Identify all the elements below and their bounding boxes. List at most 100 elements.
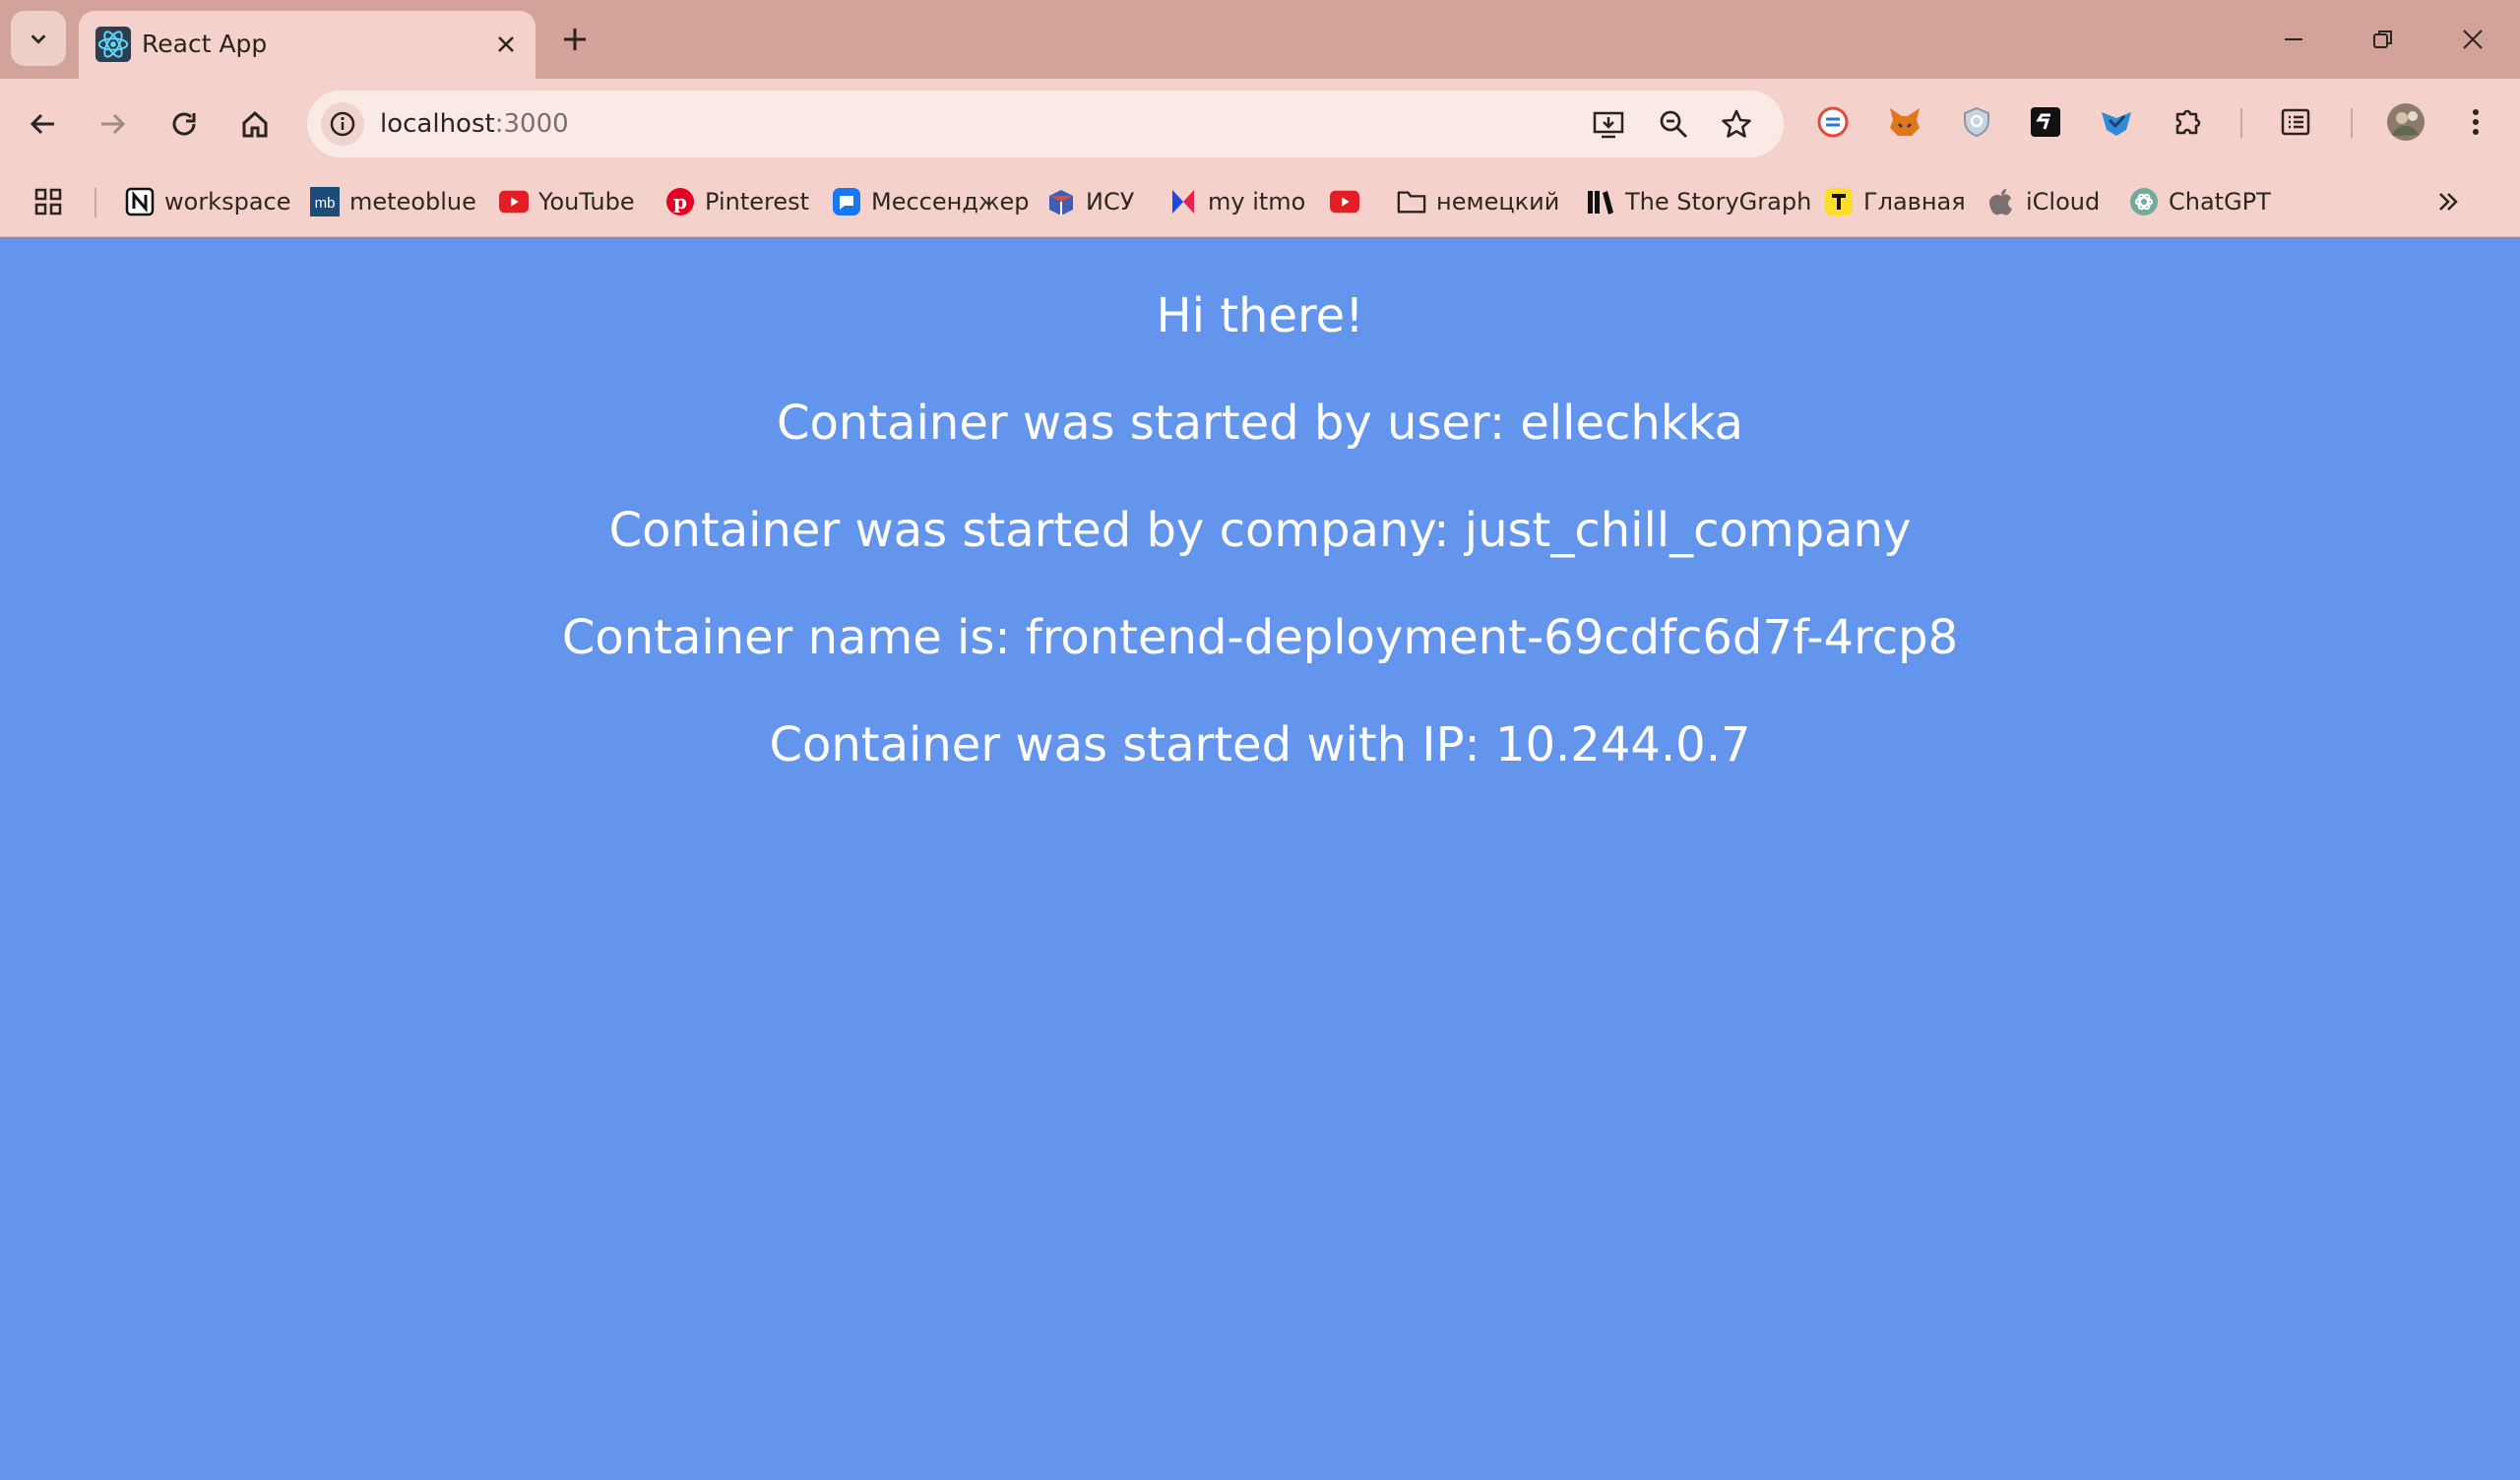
bookmark-messenger[interactable]: Мессенджер <box>832 182 1030 221</box>
toolbar-separator <box>2240 108 2242 138</box>
more-bookmarks-button[interactable] <box>2433 182 2463 221</box>
pinterest-icon: p <box>665 187 695 216</box>
chatgpt-icon <box>2129 187 2159 216</box>
avatar-icon <box>2387 103 2425 141</box>
reload-button[interactable] <box>155 94 214 154</box>
chevron-down-icon <box>31 34 46 44</box>
shield-extension-button[interactable] <box>1957 102 1996 142</box>
isu-icon <box>1046 187 1076 216</box>
bookmark-label: немецкий <box>1436 188 1560 216</box>
bookmark-chatgpt[interactable]: ChatGPT <box>2129 182 2271 221</box>
arrow-left-icon <box>30 113 54 135</box>
bookmark-label: workspace <box>164 188 291 216</box>
metamask-extension-button[interactable] <box>1885 102 1924 142</box>
side-panel-button[interactable] <box>2276 102 2315 142</box>
user-line: Container was started by user: ellechkka <box>777 396 1743 451</box>
page-content: Hi there! Container was started by user:… <box>0 237 2520 1480</box>
bookmark-folder-nemetsky[interactable]: немецкий <box>1397 182 1559 221</box>
apple-icon <box>1986 187 2016 216</box>
tab-react-app[interactable]: React App <box>79 11 536 79</box>
profile-avatar-button[interactable] <box>2386 102 2426 142</box>
bookmark-label: YouTube <box>538 188 635 216</box>
bookmark-youtube-2[interactable] <box>1330 182 1369 221</box>
bookmark-label: Мессенджер <box>871 188 1030 216</box>
install-icon <box>1593 111 1624 139</box>
restore-button[interactable] <box>2354 16 2413 63</box>
reading-list-icon <box>2281 108 2310 136</box>
bookmark-glavnaya[interactable]: Главная <box>1824 182 1966 221</box>
new-tab-button[interactable] <box>555 20 595 59</box>
translate-icon <box>1817 106 1849 138</box>
svg-text:mb: mb <box>315 195 336 212</box>
bookmark-workspace[interactable]: workspace <box>125 182 290 221</box>
toolbar-separator <box>2351 108 2353 138</box>
address-bar[interactable]: localhost:3000 <box>307 91 1784 157</box>
info-icon <box>330 111 355 137</box>
puzzle-icon <box>2175 109 2201 135</box>
bookmark-label: ИСУ <box>1086 188 1135 216</box>
bookmark-youtube[interactable]: YouTube <box>499 182 635 221</box>
home-icon <box>242 110 268 138</box>
minimize-icon <box>2285 38 2302 40</box>
zoom-out-icon <box>1660 110 1687 138</box>
close-icon <box>2463 30 2483 49</box>
s-logo-icon <box>2031 107 2060 137</box>
messenger-icon <box>832 187 861 216</box>
plus-icon <box>564 29 586 50</box>
bookmark-label: Pinterest <box>705 188 810 216</box>
bookmark-meteoblue[interactable]: mb meteoblue <box>310 182 476 221</box>
home-button[interactable] <box>225 94 284 154</box>
greeting-text: Hi there! <box>1156 288 1364 343</box>
bookmarks-separator <box>94 188 96 217</box>
notion-icon <box>125 187 155 216</box>
bookmark-label: my itmo <box>1208 188 1306 216</box>
bookmark-my-itmo[interactable]: my itmo <box>1168 182 1305 221</box>
container-name-line: Container name is: frontend-deployment-6… <box>561 610 1959 665</box>
s-extension-button[interactable] <box>2026 102 2065 142</box>
star-icon <box>1722 109 1751 138</box>
ip-line: Container was started with IP: 10.244.0.… <box>769 717 1751 772</box>
youtube-icon <box>1330 187 1359 216</box>
reload-icon <box>172 112 196 136</box>
extensions-button[interactable] <box>2169 102 2208 142</box>
more-vert-icon <box>2473 109 2479 135</box>
tab-search-button[interactable] <box>11 11 66 66</box>
tab-close-button[interactable] <box>488 27 524 62</box>
title-bar: React App <box>0 0 2520 79</box>
svg-text:p: p <box>673 190 687 214</box>
itmo-icon <box>1168 187 1198 216</box>
toolbar: localhost:3000 <box>0 79 2520 168</box>
back-button[interactable] <box>14 94 73 154</box>
zoom-button[interactable] <box>1654 104 1693 144</box>
arrow-right-icon <box>101 113 126 135</box>
bookmark-isu[interactable]: ИСУ <box>1046 182 1134 221</box>
close-window-button[interactable] <box>2443 16 2502 63</box>
chevron-double-right-icon <box>2433 187 2463 216</box>
close-icon <box>498 36 514 52</box>
menu-button[interactable] <box>2456 102 2495 142</box>
tinkoff-icon <box>1824 187 1854 216</box>
storygraph-icon <box>1586 187 1615 216</box>
url-host: localhost <box>380 109 495 139</box>
install-app-button[interactable] <box>1589 104 1628 144</box>
url-text[interactable]: localhost:3000 <box>380 91 569 157</box>
checkmark-extension-button[interactable] <box>2097 102 2136 142</box>
apps-button[interactable] <box>33 182 63 221</box>
fox-icon <box>1890 108 1920 136</box>
bookmark-star-button[interactable] <box>1717 104 1756 144</box>
site-info-button[interactable] <box>321 102 364 146</box>
youtube-icon <box>499 187 529 216</box>
bookmark-label: The StoryGraph <box>1625 188 1812 216</box>
bookmark-pinterest[interactable]: p Pinterest <box>665 182 809 221</box>
meteoblue-icon: mb <box>310 187 340 216</box>
url-port: :3000 <box>494 109 569 139</box>
bookmark-storygraph[interactable]: The StoryGraph <box>1586 182 1811 221</box>
shield-icon <box>1964 106 1989 138</box>
translate-extension-button[interactable] <box>1813 102 1853 142</box>
bookmark-label: ChatGPT <box>2169 188 2271 216</box>
bookmark-icloud[interactable]: iCloud <box>1986 182 2100 221</box>
forward-button[interactable] <box>83 94 142 154</box>
minimize-button[interactable] <box>2264 16 2323 63</box>
folder-icon <box>1397 187 1426 216</box>
bookmark-label: iCloud <box>2026 188 2101 216</box>
